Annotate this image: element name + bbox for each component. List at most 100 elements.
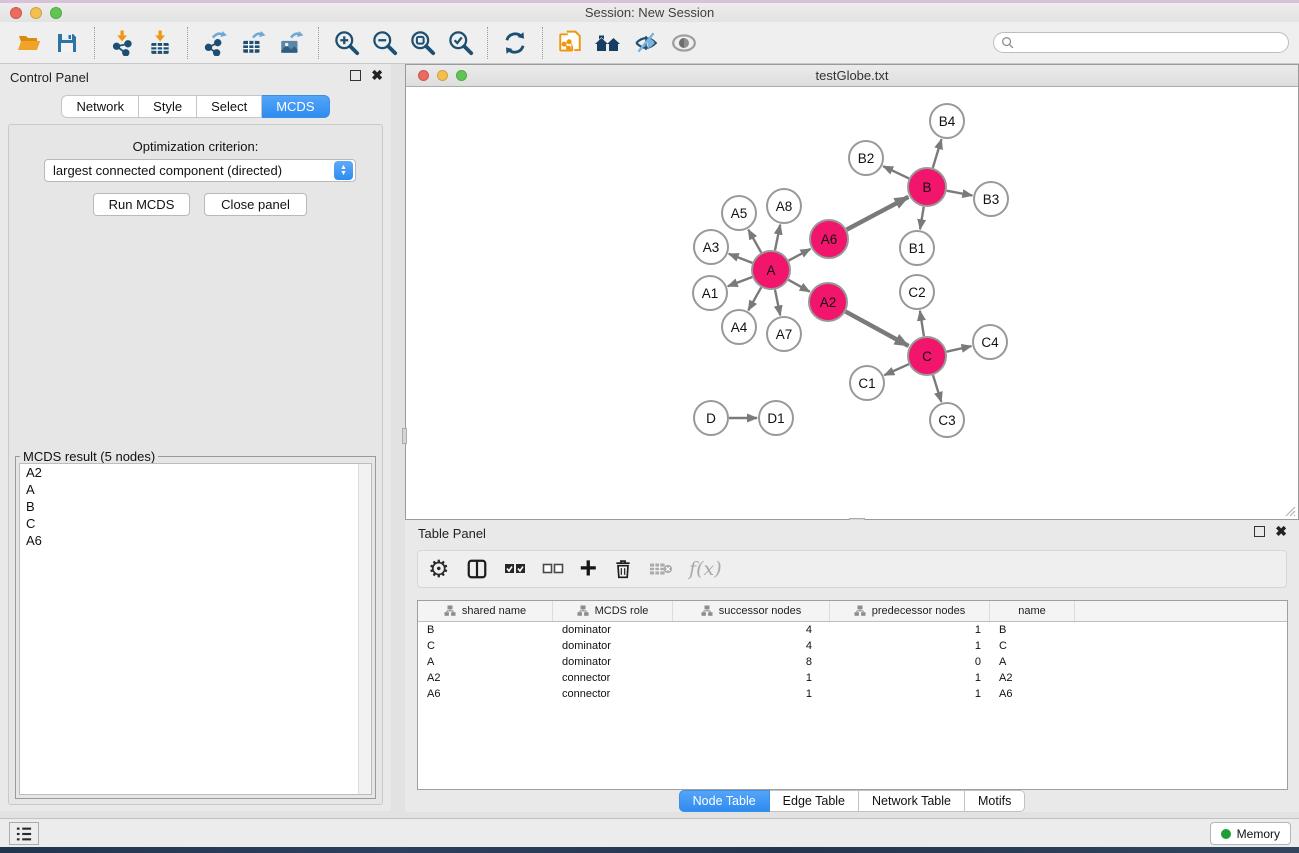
column-header-successor-nodes[interactable]: successor nodes	[673, 601, 830, 621]
mcds-result-item[interactable]: B	[20, 498, 371, 515]
mcds-result-item[interactable]: A6	[20, 532, 371, 549]
table-cell[interactable]: C	[990, 638, 1075, 654]
table-cell[interactable]: 0	[830, 654, 990, 670]
edge-C-C3[interactable]	[933, 375, 941, 402]
open-session-button[interactable]	[10, 25, 48, 61]
node-A4[interactable]: A4	[722, 310, 756, 344]
node-B1[interactable]: B1	[900, 231, 934, 265]
zoom-in-button[interactable]	[327, 25, 365, 61]
node-A7[interactable]: A7	[767, 317, 801, 351]
table-cell[interactable]: A6	[990, 686, 1075, 702]
table-cell[interactable]: 1	[830, 622, 990, 638]
bird-view-button[interactable]	[665, 25, 703, 61]
tab-mcds[interactable]: MCDS	[262, 95, 329, 118]
edge-A-A5[interactable]	[748, 230, 761, 253]
toolbar-search[interactable]	[993, 32, 1289, 53]
column-header-name[interactable]: name	[990, 601, 1075, 621]
first-neighbors-button[interactable]	[589, 25, 627, 61]
edge-C-C1[interactable]	[884, 364, 908, 375]
table-cell[interactable]: connector	[553, 686, 673, 702]
show-hide-details-button[interactable]	[627, 25, 665, 61]
table-cell[interactable]: A2	[418, 670, 553, 686]
table-cell[interactable]: dominator	[553, 638, 673, 654]
node-B4[interactable]: B4	[930, 104, 964, 138]
edge-A-A4[interactable]	[748, 287, 761, 310]
zoom-window-button[interactable]	[50, 7, 62, 19]
table-cell[interactable]	[1075, 638, 1287, 654]
table-cell[interactable]: A	[990, 654, 1075, 670]
export-image-button[interactable]	[272, 25, 310, 61]
table-cell[interactable]: A6	[418, 686, 553, 702]
edge-A-A3[interactable]	[729, 254, 753, 263]
node-C1[interactable]: C1	[850, 366, 884, 400]
table-cell[interactable]: 1	[830, 670, 990, 686]
table-cell[interactable]: 1	[830, 638, 990, 654]
node-table[interactable]: shared nameMCDS rolesuccessor nodesprede…	[417, 600, 1288, 790]
node-C4[interactable]: C4	[973, 325, 1007, 359]
table-cell[interactable]	[1075, 670, 1287, 686]
tab-node-table[interactable]: Node Table	[679, 790, 770, 812]
network-minimize-button[interactable]	[437, 70, 448, 81]
edge-B-B3[interactable]	[947, 191, 973, 196]
edge-A-A2[interactable]	[788, 280, 809, 292]
table-cell[interactable]: 8	[673, 654, 830, 670]
node-A[interactable]: A	[752, 251, 790, 289]
network-canvas[interactable]: B4B2BB3A5A8A6B1A3AA1C2A2A4A7CC4C1C3DD1	[406, 87, 1298, 519]
edge-A-A1[interactable]	[728, 277, 753, 286]
column-visibility-icon[interactable]	[466, 554, 488, 584]
refresh-view-button[interactable]	[496, 25, 534, 61]
float-panel-icon[interactable]	[350, 70, 361, 81]
table-cell[interactable]	[1075, 622, 1287, 638]
edge-B-B4[interactable]	[933, 139, 942, 168]
column-header-MCDS-role[interactable]: MCDS role	[553, 601, 673, 621]
tab-select[interactable]: Select	[197, 95, 262, 118]
table-cell[interactable]: dominator	[553, 622, 673, 638]
table-cell[interactable]: A2	[990, 670, 1075, 686]
minimize-window-button[interactable]	[30, 7, 42, 19]
deselect-all-icon[interactable]	[542, 554, 564, 584]
column-header-shared-name[interactable]: shared name	[418, 601, 553, 621]
zoom-out-button[interactable]	[365, 25, 403, 61]
table-cell[interactable]: 1	[673, 670, 830, 686]
mcds-result-item[interactable]: A	[20, 481, 371, 498]
table-row[interactable]: Bdominator41B	[418, 622, 1287, 638]
node-D1[interactable]: D1	[759, 401, 793, 435]
float-panel-icon[interactable]	[1254, 526, 1265, 537]
column-header-predecessor-nodes[interactable]: predecessor nodes	[830, 601, 990, 621]
table-row[interactable]: Adominator80A	[418, 654, 1287, 670]
edge-A-A8[interactable]	[775, 225, 780, 251]
tab-style[interactable]: Style	[139, 95, 197, 118]
table-row[interactable]: A2connector11A2	[418, 670, 1287, 686]
mcds-result-list[interactable]: A2ABCA6	[19, 463, 372, 795]
close-panel-button[interactable]: Close panel	[204, 193, 307, 216]
table-cell[interactable]: 1	[673, 686, 830, 702]
zoom-fit-button[interactable]	[403, 25, 441, 61]
table-cell[interactable]	[1075, 654, 1287, 670]
table-cell[interactable]: C	[418, 638, 553, 654]
delete-column-icon[interactable]	[613, 554, 633, 584]
close-panel-icon[interactable]: ✖	[1275, 526, 1287, 537]
node-A3[interactable]: A3	[694, 230, 728, 264]
edge-A-A6[interactable]	[789, 249, 811, 261]
node-A6[interactable]: A6	[810, 220, 848, 258]
save-session-button[interactable]	[48, 25, 86, 61]
splitter-handle[interactable]	[402, 428, 407, 444]
new-network-from-selection-button[interactable]	[551, 25, 589, 61]
node-B2[interactable]: B2	[849, 141, 883, 175]
table-cell[interactable]	[1075, 686, 1287, 702]
export-table-button[interactable]	[234, 25, 272, 61]
run-mcds-button[interactable]: Run MCDS	[93, 193, 190, 216]
table-row[interactable]: Cdominator41C	[418, 638, 1287, 654]
node-D[interactable]: D	[694, 401, 728, 435]
table-cell[interactable]: 1	[830, 686, 990, 702]
zoom-selected-button[interactable]	[441, 25, 479, 61]
edge-B-B2[interactable]	[883, 166, 909, 178]
edge-A6-B[interactable]	[847, 197, 909, 230]
import-table-button[interactable]	[141, 25, 179, 61]
mcds-result-item[interactable]: A2	[20, 464, 371, 481]
edge-B-B1[interactable]	[920, 207, 924, 230]
close-panel-icon[interactable]: ✖	[371, 70, 383, 81]
close-window-button[interactable]	[10, 7, 22, 19]
edge-C-C2[interactable]	[920, 311, 924, 336]
table-cell[interactable]: 4	[673, 638, 830, 654]
